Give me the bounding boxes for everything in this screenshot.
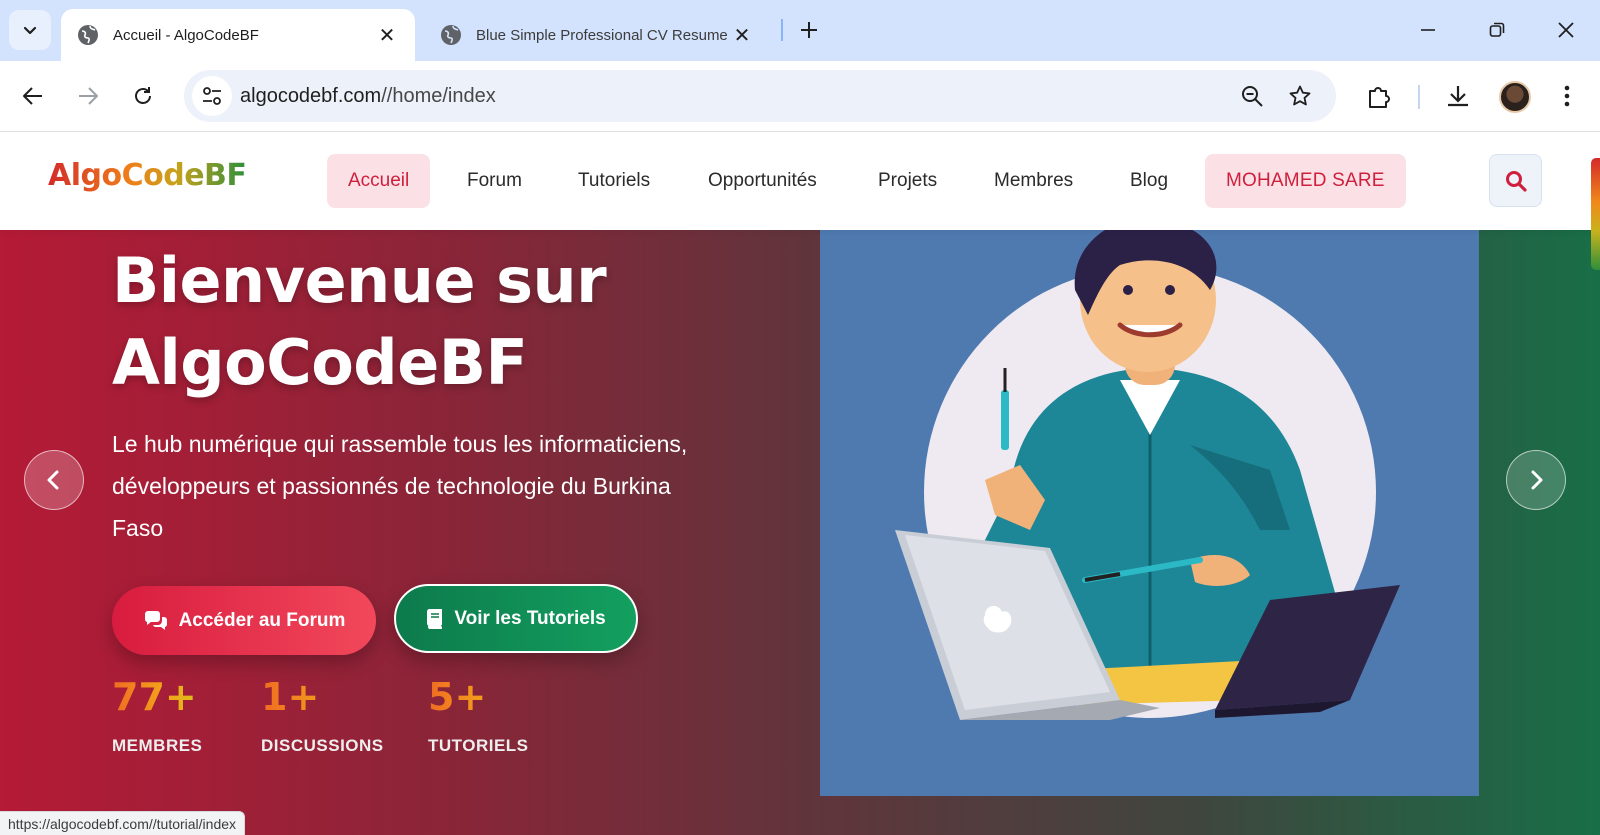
bookmark-button[interactable] <box>1286 82 1314 110</box>
more-icon <box>1564 85 1570 107</box>
browser-menu-button[interactable] <box>1548 77 1586 115</box>
reload-icon <box>135 87 151 104</box>
forum-button-label: Accéder au Forum <box>178 609 346 631</box>
tab-title: Blue Simple Professional CV Resume <box>476 26 728 44</box>
forward-button[interactable] <box>69 77 107 115</box>
nav-blog[interactable]: Blog <box>1109 154 1189 208</box>
close-window-button[interactable] <box>1543 12 1589 48</box>
nav-projets[interactable]: Projets <box>857 154 958 208</box>
globe-icon <box>78 25 98 45</box>
carousel-prev-button[interactable] <box>24 450 84 510</box>
profile-avatar[interactable] <box>1499 81 1531 113</box>
nav-membres[interactable]: Membres <box>973 154 1094 208</box>
forum-button[interactable]: Accéder au Forum <box>112 586 376 655</box>
stat-discussions-value: 1+ <box>261 672 384 722</box>
site-logo[interactable]: AlgoCodeBF <box>48 158 247 193</box>
developer-illustration <box>895 230 1400 720</box>
extensions-icon <box>1369 87 1390 108</box>
tab-search-button[interactable] <box>9 10 51 50</box>
nav-tutoriels[interactable]: Tutoriels <box>557 154 671 208</box>
url-host: algocodebf.com <box>240 85 382 107</box>
browser-tabstrip: Accueil - AlgoCodeBF ✕ Blue Simple Profe… <box>0 0 1600 61</box>
stat-discussions: 1+ DISCUSSIONS <box>261 672 384 756</box>
nav-forum[interactable]: Forum <box>446 154 543 208</box>
stat-discussions-label: DISCUSSIONS <box>261 736 384 755</box>
close-icon[interactable]: ✕ <box>375 23 399 47</box>
back-icon <box>23 87 42 105</box>
stat-members-value: 77+ <box>112 672 202 722</box>
nav-accueil[interactable]: Accueil <box>327 154 431 208</box>
restore-icon <box>1489 22 1505 37</box>
stat-members: 77+ MEMBRES <box>112 672 202 756</box>
tab-cv-resume[interactable]: Blue Simple Professional CV Resume ✕ <box>424 9 770 61</box>
status-bar-url: https://algocodebf.com//tutorial/index <box>0 811 246 835</box>
close-icon <box>1558 22 1574 38</box>
hero-title: Bienvenue sur AlgoCodeBF <box>112 244 607 399</box>
reload-button[interactable] <box>124 77 162 115</box>
tutorials-button-label: Voir les Tutoriels <box>454 607 606 629</box>
search-icon <box>1505 170 1527 192</box>
chevron-left-icon <box>47 470 59 490</box>
site-info-button[interactable] <box>192 76 232 116</box>
downloads-button[interactable] <box>1439 77 1477 115</box>
minimize-button[interactable] <box>1405 12 1451 48</box>
hero-subtitle: Le hub numérique qui rassemble tous les … <box>112 431 688 541</box>
user-menu[interactable]: MOHAMED SARE <box>1205 154 1406 208</box>
extensions-button[interactable] <box>1360 77 1398 115</box>
comments-icon <box>144 610 167 630</box>
tutorials-button[interactable]: Voir les Tutoriels <box>394 584 638 653</box>
stat-tutorials-label: TUTORIELS <box>428 736 529 755</box>
download-icon <box>1448 86 1468 107</box>
globe-icon <box>441 25 461 45</box>
url-text: algocodebf.com//home/index <box>240 70 496 122</box>
plus-icon <box>801 22 817 38</box>
close-icon[interactable]: ✕ <box>730 23 754 47</box>
stat-members-label: MEMBRES <box>112 736 203 755</box>
hero-illustration <box>820 230 1479 796</box>
page-scrollbar-thumb[interactable] <box>1591 158 1600 270</box>
toolbar-separator <box>1418 85 1420 109</box>
chevron-down-icon <box>23 26 37 35</box>
restore-button[interactable] <box>1474 12 1520 48</box>
minimize-icon <box>1421 29 1435 31</box>
stat-tutorials: 5+ TUTORIELS <box>428 672 529 756</box>
forward-icon <box>79 87 98 105</box>
site-search-button[interactable] <box>1489 154 1542 207</box>
tab-separator <box>781 19 783 41</box>
carousel-next-button[interactable] <box>1506 450 1566 510</box>
nav-opportunites[interactable]: Opportunités <box>687 154 838 208</box>
stat-tutorials-value: 5+ <box>428 672 529 722</box>
book-icon <box>427 608 443 629</box>
tab-accueil[interactable]: Accueil - AlgoCodeBF ✕ <box>61 9 415 61</box>
hero-carousel: Bienvenue sur AlgoCodeBF Le hub numériqu… <box>0 230 1600 835</box>
zoom-button[interactable] <box>1238 82 1266 110</box>
star-icon <box>1289 85 1311 106</box>
browser-toolbar: algocodebf.com//home/index <box>0 61 1600 132</box>
address-bar[interactable]: algocodebf.com//home/index <box>184 70 1336 122</box>
site-header: AlgoCodeBF Accueil Forum Tutoriels Oppor… <box>0 132 1600 230</box>
back-button[interactable] <box>14 77 52 115</box>
site-info-icon <box>203 87 221 105</box>
zoom-icon <box>1242 86 1263 107</box>
chevron-right-icon <box>1531 470 1543 490</box>
url-path: //home/index <box>381 85 496 107</box>
tab-title: Accueil - AlgoCodeBF <box>113 26 259 44</box>
new-tab-button[interactable] <box>794 15 824 45</box>
